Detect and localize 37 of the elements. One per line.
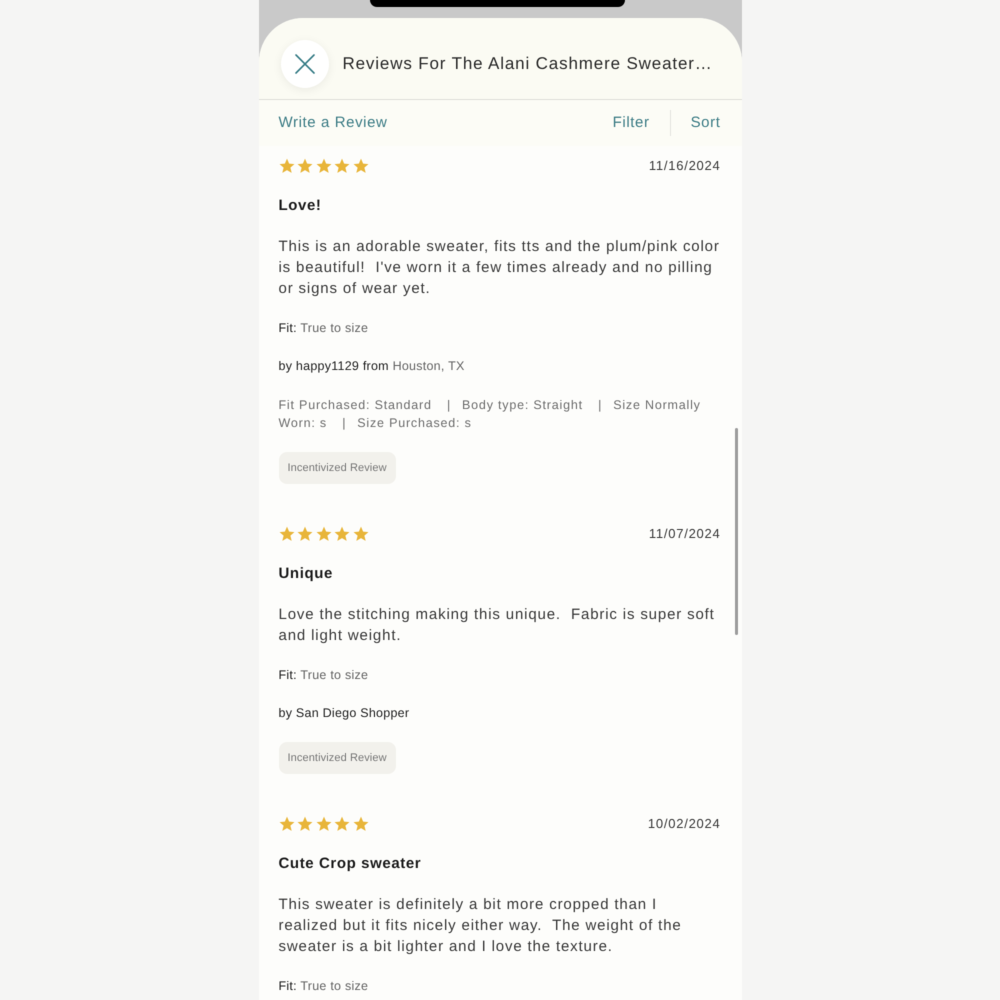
star-icon: [352, 158, 368, 174]
incentivized-badge: Incentivized Review: [278, 452, 396, 484]
star-icon: [316, 158, 332, 174]
star-icon: [297, 526, 313, 542]
fit-rating: Fit: True to size: [278, 320, 368, 337]
review-date: 10/02/2024: [648, 815, 720, 833]
star-icon: [352, 526, 368, 542]
star-icon: [278, 816, 294, 832]
star-icon: [297, 816, 313, 832]
write-review-link[interactable]: Write a Review: [278, 112, 388, 134]
sheet-title: Reviews For The Alani Cashmere Sweater…: [342, 52, 713, 75]
review-date: 11/07/2024: [648, 525, 720, 543]
star-icon: [316, 526, 332, 542]
star-icon: [352, 816, 368, 832]
fit-rating: Fit: True to size: [278, 978, 368, 995]
star-icon: [316, 816, 332, 832]
fit-rating: Fit: True to size: [278, 667, 368, 684]
sort-button[interactable]: Sort: [690, 112, 720, 134]
star-icon: [297, 158, 313, 174]
close-icon: [294, 54, 314, 74]
review-text: This is an adorable sweater, fits tts and the plum/pink color is beautiful! I've worn it a few times already and no pilling or signs of wear yet.: [278, 237, 720, 299]
star-icon: [334, 158, 350, 174]
review-title: Cute Crop sweater: [278, 854, 422, 874]
incentivized-badge: Incentivized Review: [278, 742, 396, 774]
review-date: 11/16/2024: [648, 157, 720, 175]
review-text: Love the stitching making this unique. Fabric is super soft and light weight.: [278, 605, 716, 646]
review-title: Unique: [278, 564, 333, 584]
review-text: This sweater is definitely a bit more cropped than I realized but it fits nicely either way. The weight of the sweater is a bit lighter and I love the texture.: [278, 895, 683, 957]
reviewer-info: by San Diego Shopper: [278, 705, 410, 722]
star-icon: [278, 526, 294, 542]
star-icon: [334, 816, 350, 832]
reviewer-info: by happy1129 from Houston, TX: [278, 358, 465, 375]
star-icon: [278, 158, 294, 174]
review-title: Love!: [278, 196, 322, 216]
review-details: Fit Purchased: Standard | Body type: Straight | Size Normally Worn: s | Size Purchased: s: [278, 397, 702, 432]
filter-button[interactable]: Filter: [612, 112, 650, 134]
star-icon: [334, 526, 350, 542]
